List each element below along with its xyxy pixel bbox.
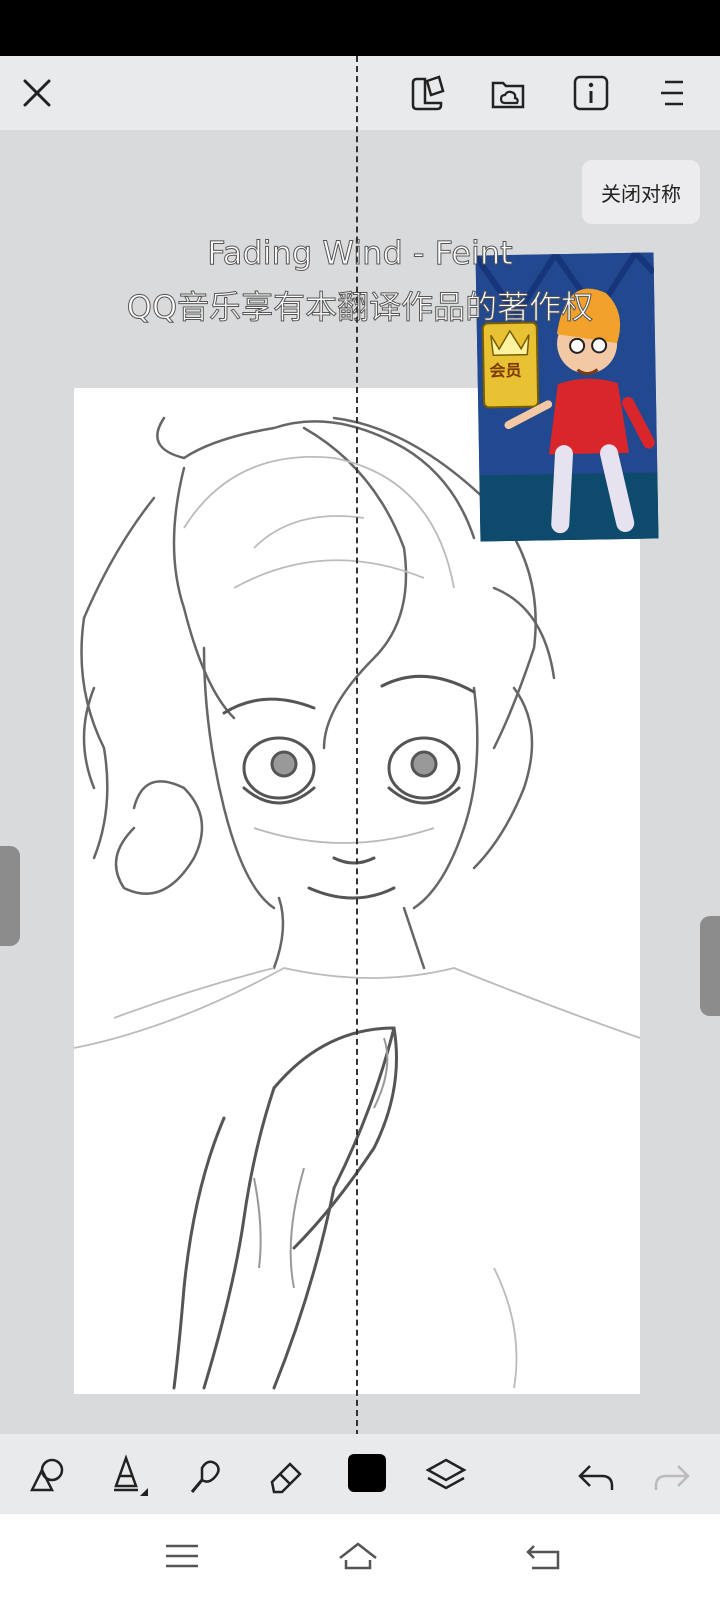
info-button[interactable]	[568, 70, 614, 116]
layers-button[interactable]	[422, 1452, 470, 1500]
blur-tool-button[interactable]	[182, 1452, 230, 1500]
info-icon	[573, 75, 609, 111]
menu-icon	[166, 1544, 198, 1568]
reference-button[interactable]	[404, 70, 450, 116]
brush-button[interactable]	[104, 1452, 152, 1500]
bottom-toolbar	[0, 1434, 720, 1514]
layers-icon	[425, 1458, 467, 1490]
close-button[interactable]	[14, 70, 60, 116]
color-swatch[interactable]	[348, 1454, 386, 1492]
lyric-line-copyright: QQ音乐享有本翻译作品的著作权	[126, 288, 594, 327]
back-icon	[526, 1545, 560, 1570]
symmetry-guide-line	[356, 56, 358, 1436]
brush-icon	[114, 1454, 148, 1496]
right-slider-handle[interactable]	[700, 916, 720, 1016]
cloud-folder-button[interactable]	[486, 70, 532, 116]
close-icon	[23, 79, 51, 107]
eraser-icon	[270, 1462, 302, 1494]
undo-icon	[578, 1465, 614, 1490]
shapes-icon	[29, 1458, 64, 1492]
menu-button[interactable]	[650, 70, 696, 116]
system-nav-bar	[0, 1514, 720, 1600]
lyric-line-title: Fading Wind - Feint	[207, 234, 513, 273]
redo-button[interactable]	[648, 1452, 696, 1500]
undo-button[interactable]	[572, 1452, 620, 1500]
close-symmetry-button[interactable]: 关闭对称	[582, 160, 700, 224]
nav-home-button[interactable]	[334, 1534, 382, 1578]
left-slider-handle[interactable]	[0, 846, 20, 946]
nav-back-button[interactable]	[520, 1534, 568, 1578]
home-icon	[339, 1542, 377, 1570]
ad-badge-text: 会员	[489, 360, 522, 381]
eraser-button[interactable]	[262, 1452, 310, 1500]
redo-icon	[654, 1465, 690, 1490]
nav-menu-button[interactable]	[158, 1534, 206, 1578]
top-toolbar	[0, 56, 720, 130]
folder-cloud-icon	[491, 81, 525, 109]
drawing-workspace[interactable]: 关闭对称 会员 Fading Wind - Feint QQ音乐享有本翻译作品的…	[0, 130, 720, 1434]
menu-icon	[661, 80, 683, 106]
blur-icon	[190, 1460, 220, 1493]
shapes-button[interactable]	[24, 1452, 72, 1500]
status-bar	[0, 0, 720, 56]
reference-icon	[411, 75, 445, 111]
